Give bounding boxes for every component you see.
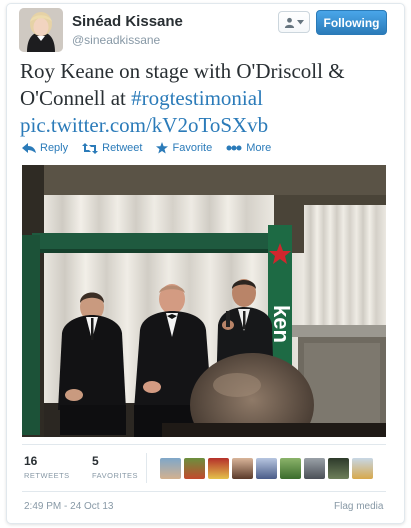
favoriter-avatar[interactable] bbox=[280, 458, 301, 479]
more-label: More bbox=[246, 142, 272, 154]
favoriter-avatars bbox=[160, 458, 373, 479]
retweet-action[interactable]: Retweet bbox=[82, 142, 142, 154]
event-photo: ken bbox=[22, 165, 386, 437]
user-actions-dropdown[interactable] bbox=[278, 11, 310, 33]
favoriter-avatar[interactable] bbox=[184, 458, 205, 479]
reply-icon bbox=[22, 143, 36, 153]
favorite-action[interactable]: Favorite bbox=[156, 142, 212, 154]
tweet-actions: Reply Retweet Favorite More bbox=[22, 142, 271, 154]
display-name[interactable]: Sinéad Kissane bbox=[72, 13, 183, 30]
favorite-label: Favorite bbox=[172, 142, 213, 154]
pic-link[interactable]: pic.twitter.com/kV2oToSXvb bbox=[20, 113, 268, 137]
tweet-text-line2: O'Connell at bbox=[20, 86, 132, 110]
retweets-label[interactable]: RETWEETS bbox=[24, 471, 70, 480]
caret-down-icon bbox=[297, 19, 304, 24]
favoriter-avatar[interactable] bbox=[256, 458, 277, 479]
tweet-media-photo[interactable]: ken bbox=[22, 165, 386, 437]
favoriter-avatar[interactable] bbox=[208, 458, 229, 479]
following-button[interactable]: Following bbox=[316, 10, 387, 35]
more-action[interactable]: More bbox=[226, 142, 271, 154]
tweet-text-line1: Roy Keane on stage with O'Driscoll & bbox=[20, 59, 345, 83]
tweet-text: Roy Keane on stage with O'Driscoll & O'C… bbox=[20, 58, 380, 139]
stats-divider-top bbox=[22, 444, 386, 445]
stats-divider-bottom bbox=[22, 491, 386, 492]
retweet-icon bbox=[82, 142, 99, 154]
user-handle[interactable]: @sineadkissane bbox=[72, 33, 160, 47]
avatar-photo bbox=[19, 8, 63, 52]
favorites-label[interactable]: FAVORITES bbox=[92, 471, 138, 480]
tweet-timestamp[interactable]: 2:49 PM - 24 Oct 13 bbox=[24, 501, 114, 512]
favoriter-avatar[interactable] bbox=[304, 458, 325, 479]
more-dots-icon bbox=[226, 145, 242, 151]
stats-separator bbox=[146, 453, 147, 483]
retweet-label: Retweet bbox=[102, 142, 143, 154]
favoriter-avatar[interactable] bbox=[232, 458, 253, 479]
reply-label: Reply bbox=[40, 142, 69, 154]
favoriter-avatar[interactable] bbox=[352, 458, 373, 479]
favoriter-avatar[interactable] bbox=[160, 458, 181, 479]
star-icon bbox=[156, 142, 169, 154]
retweets-count[interactable]: 16 bbox=[24, 454, 37, 468]
person-icon bbox=[284, 17, 295, 28]
flag-media-link[interactable]: Flag media bbox=[334, 501, 383, 512]
hashtag-link[interactable]: #rogtestimonial bbox=[131, 86, 263, 110]
avatar[interactable] bbox=[19, 8, 63, 52]
favorites-count[interactable]: 5 bbox=[92, 454, 99, 468]
favoriter-avatar[interactable] bbox=[328, 458, 349, 479]
reply-action[interactable]: Reply bbox=[22, 142, 68, 154]
sponsor-sign-text: ken bbox=[269, 305, 294, 343]
